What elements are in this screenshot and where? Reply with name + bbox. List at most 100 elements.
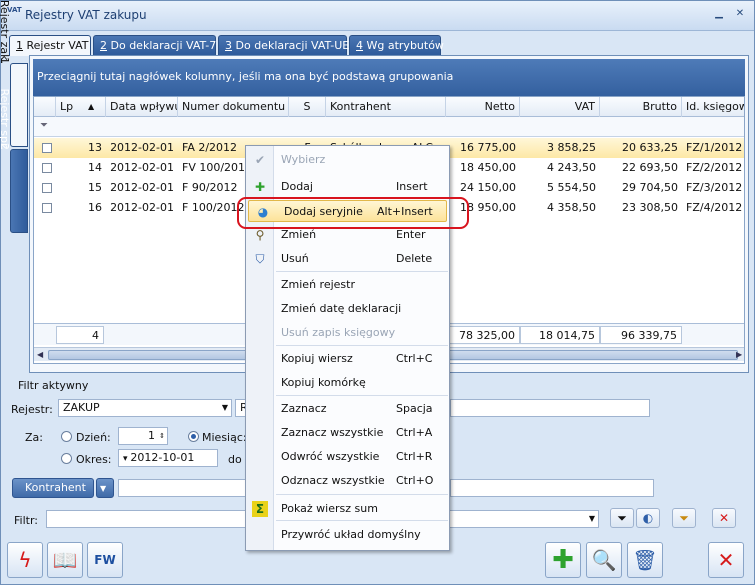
row-checkbox[interactable]: [42, 143, 52, 153]
menu-item-10[interactable]: Zaznacz Spacja: [246, 398, 449, 420]
book-button[interactable]: 📖: [47, 542, 83, 578]
tab-rejestr-vat[interactable]: 1 Rejestr VAT: [9, 35, 91, 56]
menu-item-1[interactable]: ✚ Dodaj Insert: [246, 176, 449, 198]
cell-lp: 13: [88, 141, 102, 154]
refresh-icon: ◐: [642, 511, 654, 525]
plus-icon: ✚: [254, 180, 266, 194]
col-id-ksiegowy[interactable]: Id. księgow: [682, 97, 744, 117]
menu-item-label: Odwróć wszystkie: [281, 450, 380, 463]
menu-item-shortcut: Delete: [396, 252, 433, 265]
side-tab-rejestr-spr[interactable]: 2 Rejestr spr.: [0, 88, 28, 233]
za-label: Za:: [25, 431, 43, 444]
col-vat[interactable]: VAT: [520, 97, 600, 117]
sum-count: 4: [56, 326, 104, 344]
okres-from-field[interactable]: ▾ 2012-10-01: [118, 449, 218, 467]
trash-icon: ⛉: [255, 252, 265, 266]
cell-vat: 3 858,25: [547, 141, 596, 154]
lightning-button[interactable]: ϟ: [7, 542, 43, 578]
menu-item-11[interactable]: Zaznacz wszystkie Ctrl+A: [246, 422, 449, 444]
funnel-remove-icon: ✕: [718, 511, 730, 525]
row-checkbox[interactable]: [42, 183, 52, 193]
menu-item-label: Wybierz: [281, 153, 326, 166]
cell-id: FZ/4/2012: [686, 201, 743, 214]
cell-id: FZ/3/2012: [686, 181, 743, 194]
cell-brutto: 29 704,50: [622, 181, 678, 194]
menu-item-4[interactable]: ⛉ Usuń Delete: [246, 248, 449, 270]
menu-item-9[interactable]: Kopiuj komórkę: [246, 372, 449, 394]
rejestr-combo[interactable]: ZAKUP ▼: [58, 399, 232, 417]
close-window-icon[interactable]: ✕: [733, 8, 747, 20]
col-numer-dokumentu[interactable]: Numer dokumentu: [178, 97, 289, 117]
fw-icon: FW: [94, 553, 116, 567]
cell-date: 2012-02-01: [110, 141, 174, 154]
menu-item-12[interactable]: Odwróć wszystkie Ctrl+R: [246, 446, 449, 468]
menu-item-15[interactable]: Przywróć układ domyślny: [246, 524, 449, 546]
kontrahent-dropdown-button[interactable]: ▼: [96, 478, 114, 498]
chevron-down-icon: ▼: [221, 403, 228, 412]
menu-item-14[interactable]: Σ Pokaż wiersz sum: [246, 498, 449, 520]
dzien-label: Dzień:: [76, 431, 111, 444]
col-brutto[interactable]: Brutto: [600, 97, 682, 117]
filter-remove-button[interactable]: ✕: [712, 508, 736, 528]
filter-row[interactable]: ⏷: [34, 117, 744, 137]
cell-date: 2012-02-01: [110, 201, 174, 214]
minimize-icon[interactable]: ▁: [712, 8, 726, 20]
filter-active-label: Filtr aktywny: [18, 379, 89, 392]
kontrahent-button[interactable]: Kontrahent: [12, 478, 94, 498]
filter-clear-button[interactable]: ⏷: [672, 508, 696, 528]
kontrahent-field[interactable]: [118, 479, 246, 497]
menu-item-5[interactable]: Zmień rejestr: [246, 274, 449, 296]
miesiac-radio[interactable]: [188, 431, 199, 442]
filter-row-icon: ⏷: [40, 120, 48, 131]
rejestr-label: Rejestr:: [11, 403, 53, 416]
dzien-radio[interactable]: [61, 431, 72, 442]
scroll-left-icon[interactable]: ◀: [37, 348, 43, 362]
filter-funnel-button[interactable]: ⏷: [610, 508, 634, 528]
sum-icon: Σ: [252, 501, 268, 517]
menu-item-7[interactable]: Usuń zapis księgowy: [246, 322, 449, 344]
add-button[interactable]: ✚: [545, 542, 581, 578]
cell-lp: 15: [88, 181, 102, 194]
dzien-spinner[interactable]: 1 ⇕: [118, 427, 168, 445]
kontrahent-name-field[interactable]: [450, 479, 654, 497]
select-column-header[interactable]: [34, 97, 56, 117]
menu-item-label: Odznacz wszystkie: [281, 474, 385, 487]
menu-item-8[interactable]: Kopiuj wiersz Ctrl+C: [246, 348, 449, 370]
col-lp[interactable]: Lp ▲: [56, 97, 106, 117]
menu-separator: [276, 345, 448, 346]
close-button[interactable]: ✕: [708, 542, 744, 578]
menu-item-0[interactable]: ✔ Wybierz: [246, 149, 449, 171]
lightning-icon: ϟ: [18, 548, 32, 572]
menu-item-shortcut: Ctrl+R: [396, 450, 433, 463]
edit-button[interactable]: 🔍: [586, 542, 622, 578]
menu-item-shortcut: Ctrl+O: [396, 474, 434, 487]
row-checkbox[interactable]: [42, 163, 52, 173]
side-tab-rejestr-zak[interactable]: 1 Rejestr zak.: [0, 0, 28, 147]
col-s[interactable]: S: [289, 97, 326, 117]
cell-netto: 24 150,00: [460, 181, 516, 194]
menu-item-label: Zaznacz wszystkie: [281, 426, 384, 439]
funnel-icon: ⏷: [617, 511, 627, 525]
book-icon: 📖: [52, 548, 78, 572]
group-by-bar[interactable]: Przeciągnij tutaj nagłówek kolumny, jeśl…: [33, 59, 745, 96]
fw-button[interactable]: FW: [87, 542, 123, 578]
spinner-icon: ⇕: [159, 432, 165, 440]
menu-item-13[interactable]: Odznacz wszystkie Ctrl+O: [246, 470, 449, 492]
tab-do-deklaracji-vat7[interactable]: 2 Do deklaracji VAT-7: [93, 35, 216, 55]
col-data-wplywu[interactable]: Data wpływu: [106, 97, 178, 117]
cell-lp: 14: [88, 161, 102, 174]
row-checkbox[interactable]: [42, 203, 52, 213]
tab-do-deklaracji-vatue[interactable]: 3 Do deklaracji VAT-UE: [218, 35, 349, 55]
col-netto[interactable]: Netto: [446, 97, 520, 117]
menu-item-6[interactable]: Zmień datę deklaracji: [246, 298, 449, 320]
miesiac-label: Miesiąc:: [202, 431, 247, 444]
cell-netto: 18 450,00: [460, 161, 516, 174]
filter-refresh-button[interactable]: ◐: [636, 508, 660, 528]
delete-button[interactable]: 🗑: [627, 542, 663, 578]
sum-vat: 18 014,75: [520, 326, 600, 344]
rejestr-extra-field[interactable]: [450, 399, 650, 417]
tab-wg-atrybutow[interactable]: 4 Wg atrybutów: [349, 35, 444, 55]
okres-radio[interactable]: [61, 453, 72, 464]
col-kontrahent[interactable]: Kontrahent: [326, 97, 446, 117]
scroll-right-icon[interactable]: ▶: [736, 348, 742, 362]
